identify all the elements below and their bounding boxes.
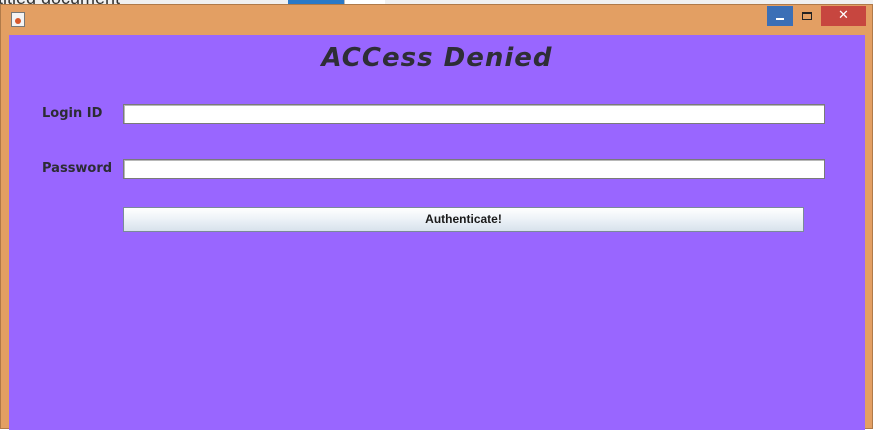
close-icon: ✕ <box>838 8 849 23</box>
login-panel: ACCess Denied Login ID Password Authenti… <box>9 35 865 430</box>
authenticate-button[interactable]: Authenticate! <box>123 207 804 232</box>
minimize-icon <box>776 18 784 20</box>
login-id-input[interactable] <box>123 104 825 124</box>
maximize-icon <box>802 12 812 20</box>
title-bar[interactable]: ✕ <box>1 5 872 33</box>
maximize-button[interactable] <box>794 6 820 26</box>
login-id-label: Login ID <box>42 106 103 121</box>
page-title: ACCess Denied <box>321 43 553 73</box>
app-window: ✕ ACCess Denied Login ID Password Authen… <box>0 4 873 430</box>
close-button[interactable]: ✕ <box>821 6 866 26</box>
minimize-button[interactable] <box>767 6 793 26</box>
java-app-icon[interactable] <box>11 12 25 27</box>
password-label: Password <box>42 161 113 176</box>
password-input[interactable] <box>123 159 825 179</box>
